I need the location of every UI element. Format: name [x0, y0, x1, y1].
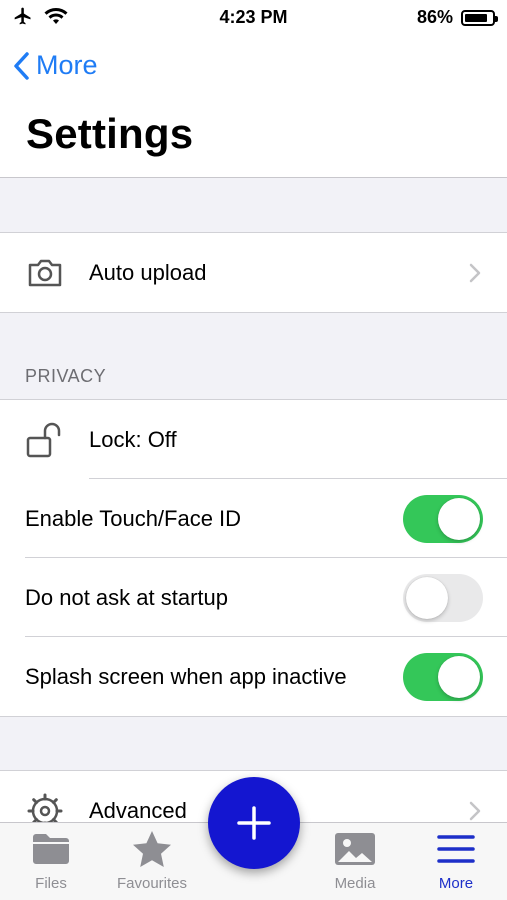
navigation-bar: More Settings [0, 34, 507, 178]
auto-upload-row[interactable]: Auto upload [0, 233, 507, 312]
toggle-knob [438, 497, 480, 540]
chevron-right-icon [469, 801, 481, 820]
touch-face-id-label: Enable Touch/Face ID [25, 505, 242, 531]
star-icon [132, 823, 172, 875]
chevron-left-icon [14, 51, 29, 80]
chevron-right-icon [469, 263, 481, 282]
back-button[interactable]: More [12, 50, 98, 81]
lock-row[interactable]: Lock: Off [0, 400, 507, 479]
lock-label: Lock: Off [89, 426, 177, 452]
touch-face-id-toggle[interactable] [403, 494, 483, 543]
plus-icon [237, 806, 271, 840]
tab-more[interactable]: More [406, 823, 506, 900]
tab-label: Media [334, 875, 376, 892]
tab-favourites[interactable]: Favourites [102, 823, 202, 900]
battery-percent: 86% [416, 7, 453, 27]
add-button[interactable] [208, 777, 300, 869]
toggle-knob [438, 655, 480, 698]
status-bar: 4:23 PM 86% [0, 0, 507, 34]
photo-icon [334, 823, 376, 875]
page-title: Settings [26, 110, 194, 157]
menu-icon [437, 823, 475, 875]
tab-label: Files [35, 875, 67, 892]
tab-media[interactable]: Media [305, 823, 405, 900]
privacy-group: Lock: Off Enable Touch/Face ID Do not as… [0, 399, 507, 717]
do-not-ask-toggle[interactable] [403, 573, 483, 622]
do-not-ask-row: Do not ask at startup [0, 558, 507, 637]
splash-screen-label: Splash screen when app inactive [25, 663, 347, 689]
touch-face-id-row: Enable Touch/Face ID [0, 479, 507, 558]
tab-files[interactable]: Files [1, 823, 101, 900]
tab-label: More [438, 875, 474, 892]
status-right: 86% [416, 7, 498, 28]
back-label: More [36, 50, 98, 80]
auto-upload-group: Auto upload [0, 232, 507, 313]
privacy-section-header: PRIVACY [25, 366, 107, 386]
battery-fill [465, 13, 488, 22]
tab-label: Favourites [116, 875, 188, 892]
splash-screen-row: Splash screen when app inactive [0, 637, 507, 716]
battery-icon [461, 9, 498, 26]
advanced-label: Advanced [89, 797, 187, 823]
toggle-knob [406, 576, 448, 619]
unlock-icon [25, 420, 65, 460]
do-not-ask-label: Do not ask at startup [25, 584, 228, 610]
folder-icon [31, 823, 71, 875]
auto-upload-label: Auto upload [89, 259, 207, 285]
splash-screen-toggle[interactable] [403, 652, 483, 701]
camera-icon [25, 253, 65, 293]
